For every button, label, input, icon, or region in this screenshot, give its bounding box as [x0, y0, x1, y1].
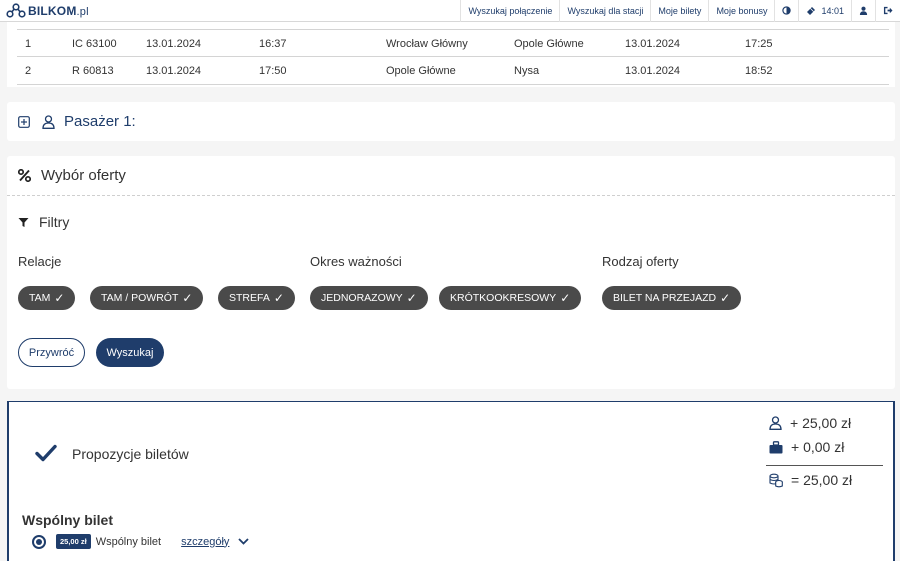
- expand-plus-icon[interactable]: [18, 115, 30, 128]
- contrast-toggle[interactable]: [774, 0, 798, 22]
- passenger-section[interactable]: Pasażer 1:: [7, 102, 895, 141]
- session-time: 14:01: [821, 5, 844, 16]
- offer-type-group-label: Rodzaj oferty: [602, 254, 679, 269]
- nav-my-tickets[interactable]: Moje bilety: [650, 0, 708, 22]
- filters-header: Filtry: [18, 214, 69, 230]
- luggage-icon: [769, 440, 783, 453]
- percent-icon: [18, 169, 31, 182]
- checkmark-icon: [35, 444, 57, 462]
- offer-header: Wybór oferty: [7, 156, 895, 196]
- ticket-option: 25,00 zł Wspólny bilet szczegóły: [32, 534, 250, 549]
- to-station: Opole Główne: [514, 38, 584, 50]
- train-number: IC 63100: [72, 38, 117, 50]
- check-icon: ✓: [182, 291, 193, 305]
- arrival-date: 13.01.2024: [625, 65, 681, 77]
- check-icon: ✓: [560, 291, 571, 305]
- coins-icon: [769, 473, 783, 488]
- relation-group-label: Relacje: [18, 254, 62, 269]
- brand-name: BILKOM: [28, 3, 77, 18]
- chip-tam-powrot[interactable]: TAM / POWRÓT ✓: [90, 286, 204, 310]
- top-navbar: BILKOM.pl Wyszukaj połączenie Wyszukaj d…: [0, 0, 900, 22]
- passenger-title: Pasażer 1:: [64, 113, 136, 130]
- departure-time: 17:50: [259, 65, 287, 77]
- session-timer[interactable]: 14:01: [798, 0, 851, 22]
- chip-strefa[interactable]: STREFA ✓: [218, 286, 295, 310]
- reset-button[interactable]: Przywróć: [18, 338, 85, 367]
- departure-date: 13.01.2024: [146, 65, 202, 77]
- nav-my-bonuses[interactable]: Moje bonusy: [708, 0, 774, 22]
- passenger-icon: [769, 416, 782, 430]
- user-icon: [859, 6, 868, 15]
- search-button[interactable]: Wyszukaj: [96, 338, 164, 367]
- filter-icon: [18, 217, 29, 227]
- arrival-date: 13.01.2024: [625, 38, 681, 50]
- proposals-title: Propozycje biletów: [72, 446, 189, 462]
- nav-search-connection[interactable]: Wyszukaj połączenie: [460, 0, 559, 22]
- ticket-name: Wspólny bilet: [95, 535, 162, 548]
- passenger-price-line: + 25,00 zł: [769, 415, 851, 431]
- departure-date: 13.01.2024: [146, 38, 202, 50]
- connection-table: 1 IC 63100 13.01.2024 16:37 Wrocław Głów…: [7, 22, 895, 87]
- user-account-button[interactable]: [851, 0, 875, 22]
- arrival-time: 17:25: [745, 38, 773, 50]
- table-row: 2 R 60813 13.01.2024 17:50 Opole Główne …: [17, 57, 889, 85]
- table-row: 1 IC 63100 13.01.2024 16:37 Wrocław Głów…: [17, 29, 889, 57]
- logo-icon: [6, 2, 26, 18]
- nav-search-station[interactable]: Wyszukaj dla stacji: [559, 0, 650, 22]
- train-number: R 60813: [72, 65, 114, 77]
- check-icon: ✓: [54, 291, 65, 305]
- total-price-line: = 25,00 zł: [769, 472, 852, 488]
- bilkom-logo[interactable]: BILKOM.pl: [0, 0, 89, 22]
- ticket-proposals-section: Propozycje biletów + 25,00 zł + 0,00 zł …: [7, 401, 895, 561]
- passenger-price: + 25,00 zł: [790, 415, 852, 431]
- chip-jednorazowy[interactable]: JEDNORAZOWY ✓: [310, 286, 428, 310]
- chip-tam[interactable]: TAM ✓: [18, 286, 76, 310]
- ticket-icon: [807, 6, 816, 15]
- details-link[interactable]: szczegóły: [181, 536, 229, 548]
- ticket-radio[interactable]: [32, 534, 46, 549]
- segment-number: 2: [25, 65, 32, 77]
- check-icon: ✓: [273, 291, 284, 305]
- from-station: Wrocław Główny: [386, 38, 468, 50]
- price-divider: [766, 465, 883, 466]
- brand-suffix: .pl: [76, 5, 89, 18]
- luggage-price-line: + 0,00 zł: [769, 439, 844, 455]
- departure-time: 16:37: [259, 38, 287, 50]
- check-icon: ✓: [720, 291, 731, 305]
- logout-icon: [883, 6, 893, 15]
- segment-number: 1: [25, 38, 32, 50]
- filters-title: Filtry: [39, 214, 70, 230]
- logout-button[interactable]: [875, 0, 900, 22]
- offer-section: Wybór oferty Filtry Relacje Okres ważnoś…: [7, 156, 895, 389]
- luggage-price: + 0,00 zł: [791, 439, 845, 455]
- chip-krotkookresowy[interactable]: KRÓTKOOKRESOWY ✓: [439, 286, 582, 310]
- arrival-time: 18:52: [745, 65, 773, 77]
- to-station: Nysa: [514, 65, 540, 77]
- ticket-price-badge: 25,00 zł: [56, 534, 91, 549]
- check-icon: ✓: [406, 291, 417, 305]
- from-station: Opole Główne: [386, 65, 456, 77]
- total-price: = 25,00 zł: [791, 472, 853, 488]
- validity-group-label: Okres ważności: [310, 254, 402, 269]
- joint-ticket-title: Wspólny bilet: [22, 512, 113, 528]
- contrast-icon: [782, 6, 792, 15]
- chip-bilet-na-przejazd[interactable]: BILET NA PRZEJAZD ✓: [602, 286, 742, 310]
- passenger-icon: [42, 114, 55, 129]
- offer-title: Wybór oferty: [41, 167, 126, 184]
- chevron-down-icon[interactable]: [238, 538, 250, 545]
